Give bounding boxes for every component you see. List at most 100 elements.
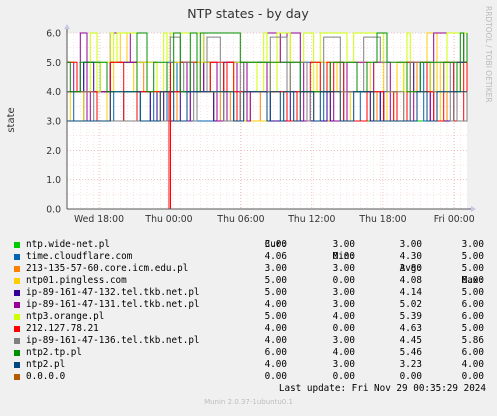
legend-swatch xyxy=(14,338,20,344)
legend-min: 0.00 xyxy=(332,275,355,286)
legend-swatch xyxy=(14,314,20,320)
x-tick-label: Wed 18:00 xyxy=(74,214,124,225)
legend-name: 213-135-57-60.core.icm.edu.pl xyxy=(26,263,189,274)
legend-name: 212.127.78.21 xyxy=(26,323,99,334)
legend-min: 3.00 xyxy=(332,299,355,310)
legend-row: ip-89-161-47-136.tel.tkb.net.pl 4.00 3.00 4… xyxy=(10,335,490,347)
y-tick-label: 3.0 xyxy=(46,117,61,128)
legend-cur: 0.00 xyxy=(264,371,287,382)
legend-swatch xyxy=(14,242,20,248)
rrdtool-side-label: RRDTOOL / TOBI OETIKER xyxy=(484,6,493,103)
legend-avg: 0.00 xyxy=(399,371,422,382)
legend-name: ntp01.pingless.com xyxy=(26,275,127,286)
legend-cur: 4.00 xyxy=(264,359,287,370)
legend-swatch xyxy=(14,254,20,260)
x-tick-label: Thu 12:00 xyxy=(287,214,335,225)
legend-avg: 3.23 xyxy=(399,359,422,370)
legend-min: 4.00 xyxy=(332,311,355,322)
legend-swatch xyxy=(14,266,20,272)
legend-name: ip-89-161-47-132.tel.tkb.net.pl xyxy=(26,287,200,298)
legend-swatch xyxy=(14,362,20,368)
legend-avg: 5.46 xyxy=(399,347,422,358)
legend-name: ntp.wide-net.pl xyxy=(26,239,110,250)
legend-cur: 3.00 xyxy=(264,263,287,274)
legend-row: ntp2.pl 4.00 3.00 3.23 4.00 xyxy=(10,359,490,371)
x-tick-label: Thu 18:00 xyxy=(358,214,406,225)
legend-swatch xyxy=(14,374,20,380)
y-tick-label: 2.0 xyxy=(46,146,61,157)
legend-max: 6.00 xyxy=(461,275,484,286)
legend-row: ip-89-161-47-132.tel.tkb.net.pl 5.00 3.00 4… xyxy=(10,287,490,299)
legend-row: 213-135-57-60.core.icm.edu.pl 3.00 3.00 3.8… xyxy=(10,263,490,275)
legend-cur: 4.06 xyxy=(264,251,287,262)
legend-row: time.cloudflare.com 4.06 0.00 4.30 5.00 xyxy=(10,251,490,263)
legend-swatch xyxy=(14,302,20,308)
legend-cur: 4.00 xyxy=(264,335,287,346)
legend-min: 0.00 xyxy=(332,323,355,334)
y-axis-label: state xyxy=(6,107,17,132)
legend-avg: 4.63 xyxy=(399,323,422,334)
legend-swatch xyxy=(14,290,20,296)
x-tick-label: Thu 06:00 xyxy=(216,214,264,225)
legend-max: 6.00 xyxy=(461,299,484,310)
legend-swatch xyxy=(14,326,20,332)
x-axis-arrow xyxy=(471,206,476,212)
legend-row: ntp01.pingless.com 5.00 0.00 4.08 6.00 xyxy=(10,275,490,287)
legend-row: ntp3.orange.pl 5.00 4.00 5.39 6.00 xyxy=(10,311,490,323)
legend-max: 6.00 xyxy=(461,347,484,358)
legend-row: ntp.wide-net.pl 3.00 3.00 3.00 3.00 xyxy=(10,239,490,251)
legend-cur: 6.00 xyxy=(264,347,287,358)
y-tick-label: 0.0 xyxy=(46,205,61,216)
x-tick-label: Thu 00:00 xyxy=(144,214,192,225)
legend-name: ntp2.pl xyxy=(26,359,66,370)
munin-version: Munin 2.0.37-1ubuntu0.1 xyxy=(204,398,293,406)
legend-row: ntp2.tp.pl 6.00 4.00 5.46 6.00 xyxy=(10,347,490,359)
legend-name: ip-89-161-47-131.tel.tkb.net.pl xyxy=(26,299,200,310)
y-tick-label: 6.0 xyxy=(46,29,61,40)
legend-max: 3.00 xyxy=(461,239,484,250)
legend-min: 0.00 xyxy=(332,371,355,382)
legend-cur: 5.00 xyxy=(264,287,287,298)
legend-min: 3.00 xyxy=(332,335,355,346)
chart: NTP states - by day RRDTOOL / TOBI OETIK… xyxy=(0,0,497,412)
legend-min: 0.00 xyxy=(332,251,355,262)
legend-max: 6.00 xyxy=(461,311,484,322)
legend-row: ip-89-161-47-131.tel.tkb.net.pl 4.00 3.00 5… xyxy=(10,299,490,311)
legend-max: 5.00 xyxy=(461,251,484,262)
legend-header-row: Cur: Min: Avg: Max: xyxy=(10,227,490,286)
y-tick-label: 1.0 xyxy=(46,175,61,186)
legend-max: 5.00 xyxy=(461,323,484,334)
legend-min: 3.00 xyxy=(332,263,355,274)
y-tick-label: 5.0 xyxy=(46,58,61,69)
legend-name: 0.0.0.0 xyxy=(26,371,66,382)
last-update: Last update: Fri Nov 29 00:35:29 2024 xyxy=(278,383,486,394)
legend-cur: 5.00 xyxy=(264,311,287,322)
legend-min: 3.00 xyxy=(332,239,355,250)
legend-min: 3.00 xyxy=(332,287,355,298)
legend-max: 4.00 xyxy=(461,359,484,370)
legend-avg: 5.02 xyxy=(399,299,422,310)
legend-name: ntp2.tp.pl xyxy=(26,347,82,358)
legend-min: 4.00 xyxy=(332,347,355,358)
legend-max: 0.00 xyxy=(461,371,484,382)
legend-cur: 5.00 xyxy=(264,275,287,286)
chart-title: NTP states - by day xyxy=(187,6,309,21)
legend-max: 5.00 xyxy=(461,263,484,274)
legend-cur: 4.00 xyxy=(264,323,287,334)
legend-row: 0.0.0.0 0.00 0.00 0.00 0.00 xyxy=(10,371,490,383)
legend-cur: 4.00 xyxy=(264,299,287,310)
legend-swatch xyxy=(14,278,20,284)
legend-name: ntp3.orange.pl xyxy=(26,311,105,322)
legend-avg: 4.30 xyxy=(399,251,422,262)
legend-name: ip-89-161-47-136.tel.tkb.net.pl xyxy=(26,335,200,346)
x-tick-label: Fri 00:00 xyxy=(434,214,475,225)
legend-min: 3.00 xyxy=(332,359,355,370)
legend-avg: 4.45 xyxy=(399,335,422,346)
y-axis-arrow xyxy=(64,24,70,29)
legend-cur: 3.00 xyxy=(264,239,287,250)
legend-avg: 4.08 xyxy=(399,275,422,286)
legend-avg: 3.00 xyxy=(399,239,422,250)
legend-avg: 5.39 xyxy=(399,311,422,322)
legend-avg: 4.14 xyxy=(399,287,422,298)
legend-row: 212.127.78.21 4.00 0.00 4.63 5.00 xyxy=(10,323,490,335)
